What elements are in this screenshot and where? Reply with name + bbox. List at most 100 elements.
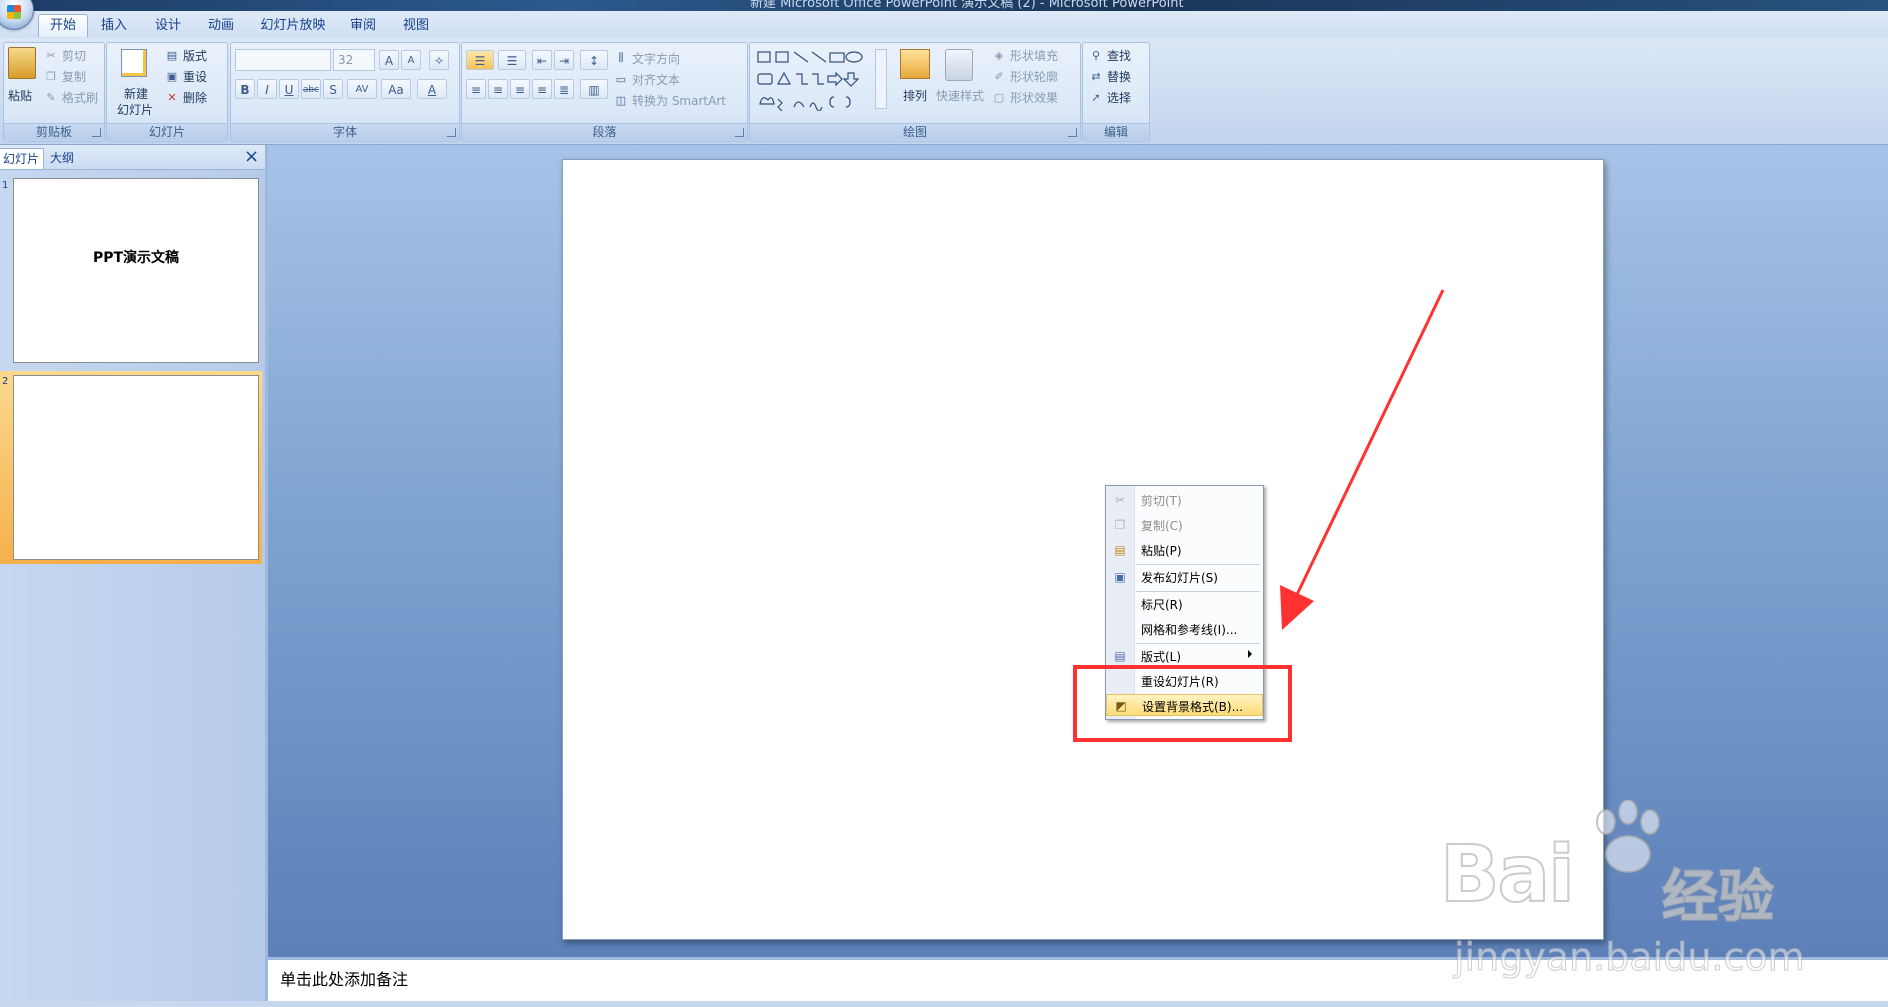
slide-number: 1 xyxy=(2,180,9,191)
underline-button[interactable]: U xyxy=(279,79,299,99)
tab-slideshow[interactable]: 幻灯片放映 xyxy=(255,15,331,37)
menu-item-label: 剪切(T) xyxy=(1141,494,1182,508)
align-left-icon[interactable]: ≡ xyxy=(466,79,486,99)
increase-indent-icon[interactable]: ⇥ xyxy=(554,50,574,70)
shape-outline-icon: ✐ xyxy=(994,69,1004,83)
group-font: 32 A A ✧ B I U abc S AV Aa A 字体 xyxy=(230,42,460,142)
drawing-launcher-icon[interactable] xyxy=(1068,128,1077,137)
char-spacing-button[interactable]: AV xyxy=(347,79,377,99)
menu-item-paste[interactable]: ▤ 粘贴(P) xyxy=(1106,539,1263,561)
menu-item-publish-slides[interactable]: ▣ 发布幻灯片(S) xyxy=(1106,566,1263,588)
menu-item-grid-guides[interactable]: 网格和参考线(I)... xyxy=(1106,618,1263,640)
tab-animations[interactable]: 动画 xyxy=(203,15,239,37)
decrease-indent-icon[interactable]: ⇤ xyxy=(532,50,552,70)
annotation-arrow-icon xyxy=(1280,289,1445,630)
group-label-clipboard: 剪贴板 xyxy=(4,123,104,140)
select-button[interactable]: 选择 xyxy=(1107,89,1131,106)
shapes-gallery[interactable] xyxy=(756,49,886,111)
font-launcher-icon[interactable] xyxy=(447,128,456,137)
menu-item-label: 网格和参考线(I)... xyxy=(1141,623,1238,637)
annotation-highlight-box xyxy=(1073,665,1292,742)
binoculars-icon: ⚲ xyxy=(1091,48,1101,62)
paragraph-launcher-icon[interactable] xyxy=(735,128,744,137)
layout-button[interactable]: 版式 xyxy=(183,47,207,64)
tab-slides[interactable]: 幻灯片 xyxy=(0,148,45,169)
shape-outline-button[interactable]: 形状轮廓 xyxy=(1010,68,1058,85)
menu-item-ruler[interactable]: 标尺(R) xyxy=(1106,593,1263,615)
watermark-logo-tail: 经验 xyxy=(1661,864,1775,931)
new-slide-icon[interactable] xyxy=(121,49,147,77)
watermark: Bai 经验 jingyan.baidu.com xyxy=(1439,800,1880,1000)
tab-home[interactable]: 开始 xyxy=(38,14,88,37)
paste-icon[interactable] xyxy=(8,47,36,79)
grow-font-icon[interactable]: A xyxy=(379,50,399,70)
smartart-button[interactable]: 转换为 SmartArt xyxy=(632,92,726,109)
shapes-scroll[interactable] xyxy=(875,49,887,109)
align-text-icon: ▭ xyxy=(615,72,627,86)
status-bar xyxy=(0,1001,1888,1007)
notes-placeholder: 单击此处添加备注 xyxy=(280,970,409,989)
copy-button[interactable]: 复制 xyxy=(62,68,86,85)
group-slides: 新建 幻灯片 ▤ 版式 ▣ 重设 ✕ 删除 幻灯片 xyxy=(106,42,228,142)
align-center-icon[interactable]: ≡ xyxy=(488,79,508,99)
text-direction-button[interactable]: 文字方向 xyxy=(632,50,680,67)
shape-fill-button[interactable]: 形状填充 xyxy=(1010,47,1058,64)
group-editing: ⚲ 查找 ⇄ 替换 ➚ 选择 编辑 xyxy=(1082,42,1150,142)
font-color-button[interactable]: A xyxy=(417,79,447,99)
watermark-logo: Bai xyxy=(1439,829,1576,921)
new-slide-label-1[interactable]: 新建 xyxy=(124,85,148,102)
tab-outline[interactable]: 大纲 xyxy=(46,148,78,168)
shadow-button[interactable]: S xyxy=(323,79,343,99)
font-size-combo[interactable]: 32 xyxy=(333,49,375,71)
cut-button[interactable]: 剪切 xyxy=(62,47,86,64)
bullets-icon[interactable]: ☰ xyxy=(466,50,494,70)
group-label-editing: 编辑 xyxy=(1083,123,1149,140)
quick-styles-button[interactable]: 快速样式 xyxy=(936,87,984,104)
shrink-font-icon[interactable]: A xyxy=(401,50,421,70)
bold-button[interactable]: B xyxy=(235,79,255,99)
tab-view[interactable]: 视图 xyxy=(398,15,434,37)
menu-item-cut[interactable]: ✂ 剪切(T) xyxy=(1106,489,1263,511)
arrange-button[interactable]: 排列 xyxy=(903,87,927,104)
italic-button[interactable]: I xyxy=(257,79,277,99)
group-label-drawing: 绘图 xyxy=(750,123,1080,140)
group-label-paragraph: 段落 xyxy=(462,123,747,140)
font-name-combo[interactable] xyxy=(235,49,331,71)
slides-pane-tabs: 幻灯片 大纲 × xyxy=(0,145,265,170)
change-case-button[interactable]: Aa xyxy=(381,79,411,99)
smartart-icon: ◫ xyxy=(615,93,627,107)
replace-button[interactable]: 替换 xyxy=(1107,68,1131,85)
ribbon: 粘贴 ✂ 剪切 ❐ 复制 ✎ 格式刷 剪贴板 新建 幻灯片 ▤ 版式 ▣ 重设 … xyxy=(0,38,1888,145)
align-text-button[interactable]: 对齐文本 xyxy=(632,71,680,88)
close-pane-icon[interactable]: × xyxy=(244,147,259,167)
find-button[interactable]: 查找 xyxy=(1107,47,1131,64)
reset-button[interactable]: 重设 xyxy=(183,68,207,85)
align-right-icon[interactable]: ≡ xyxy=(510,79,530,99)
delete-button[interactable]: 删除 xyxy=(183,89,207,106)
format-painter-button[interactable]: 格式刷 xyxy=(62,89,98,106)
slide-thumbnail-2[interactable] xyxy=(13,375,259,560)
publish-icon: ▣ xyxy=(1114,570,1126,584)
shape-effects-button[interactable]: 形状效果 xyxy=(1010,89,1058,106)
clipboard-launcher-icon[interactable] xyxy=(92,128,101,137)
tab-review[interactable]: 审阅 xyxy=(345,15,381,37)
group-label-slides: 幻灯片 xyxy=(107,123,227,140)
slide-thumbnail-1[interactable]: PPT演示文稿 xyxy=(13,178,259,363)
line-spacing-icon[interactable]: ↕ xyxy=(580,50,608,70)
menu-item-copy[interactable]: ❐ 复制(C) xyxy=(1106,514,1263,536)
numbering-icon[interactable]: ☰ xyxy=(498,50,526,70)
tab-insert[interactable]: 插入 xyxy=(96,15,132,37)
reset-icon: ▣ xyxy=(166,69,178,83)
distribute-icon[interactable]: ≣ xyxy=(554,79,574,99)
columns-icon[interactable]: ▥ xyxy=(580,79,608,99)
new-slide-label-2[interactable]: 幻灯片 xyxy=(117,101,153,118)
tab-design[interactable]: 设计 xyxy=(150,15,186,37)
clear-format-icon[interactable]: ✧ xyxy=(429,50,449,70)
justify-icon[interactable]: ≡ xyxy=(532,79,552,99)
paste-button[interactable]: 粘贴 xyxy=(8,87,32,104)
menu-separator xyxy=(1136,564,1260,565)
submenu-arrow-icon xyxy=(1248,650,1252,658)
menu-item-layout[interactable]: ▤ 版式(L) xyxy=(1106,645,1263,667)
text-direction-icon: ⫼ xyxy=(618,51,624,64)
strikethrough-button[interactable]: abc xyxy=(301,79,321,99)
